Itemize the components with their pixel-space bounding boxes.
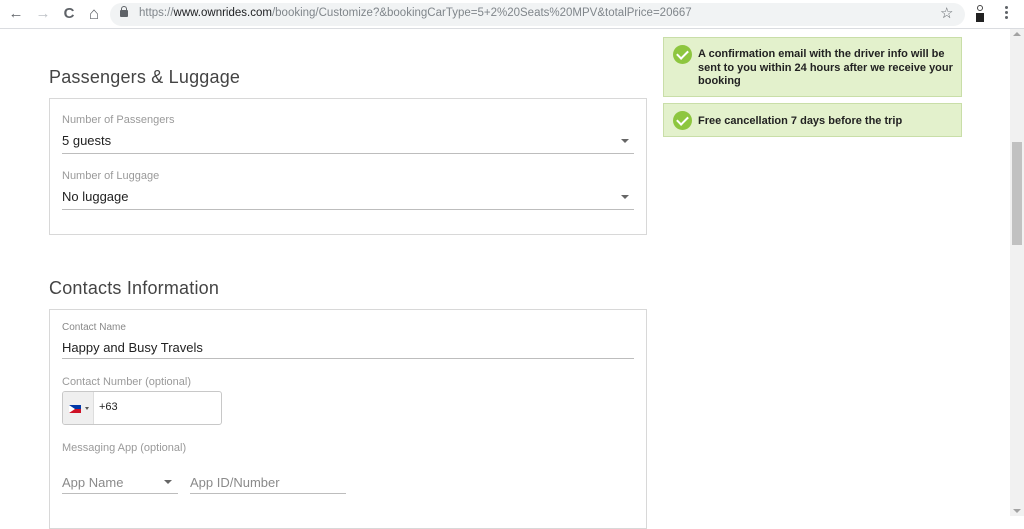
url-path: /booking/Customize?&bookingCarType=5+2%2… bbox=[271, 7, 692, 19]
check-circle-icon bbox=[673, 111, 692, 130]
browser-menu-icon[interactable] bbox=[1000, 6, 1012, 22]
app-name-underline bbox=[62, 493, 178, 494]
address-bar[interactable]: https://www.ownrides.com/booking/Customi… bbox=[110, 3, 965, 26]
contact-name-underline bbox=[62, 358, 634, 359]
lock-icon bbox=[120, 6, 128, 17]
passengers-value: 5 guests bbox=[62, 133, 112, 148]
url-prefix: https:// bbox=[139, 7, 174, 19]
luggage-label: Number of Luggage bbox=[62, 170, 160, 182]
bookmark-star-icon[interactable]: ☆ bbox=[940, 4, 953, 22]
app-name-placeholder: App Name bbox=[62, 475, 124, 490]
contact-name-value: Happy and Busy Travels bbox=[62, 340, 203, 355]
app-id-underline bbox=[190, 493, 346, 494]
contacts-section-title: Contacts Information bbox=[49, 278, 220, 298]
url-text[interactable]: https://www.ownrides.com/booking/Customi… bbox=[139, 7, 692, 19]
app-id-placeholder: App ID/Number bbox=[190, 475, 280, 490]
home-icon[interactable]: ⌂ bbox=[84, 4, 104, 24]
messaging-app-label: Messaging App (optional) bbox=[62, 442, 187, 454]
scrollbar-thumb[interactable] bbox=[1012, 142, 1022, 245]
notice-text: A confirmation email with the driver inf… bbox=[698, 48, 953, 87]
contact-number-label: Contact Number (optional) bbox=[62, 376, 192, 388]
forward-icon[interactable]: → bbox=[33, 4, 53, 24]
contact-name-label: Contact Name bbox=[62, 322, 126, 333]
free-cancellation-notice: Free cancellation 7 days before the trip bbox=[663, 103, 962, 137]
chevron-down-icon bbox=[85, 407, 89, 410]
check-circle-icon bbox=[673, 45, 692, 64]
chevron-down-icon bbox=[621, 195, 629, 199]
contact-number-input[interactable]: +63 bbox=[62, 391, 222, 425]
scroll-down-arrow-icon[interactable] bbox=[1013, 509, 1021, 513]
browser-toolbar: ← → C ⌂ https://www.ownrides.com/booking… bbox=[0, 0, 1024, 29]
confirmation-email-notice: A confirmation email with the driver inf… bbox=[663, 37, 962, 97]
extension-icon[interactable] bbox=[974, 5, 986, 23]
chevron-down-icon bbox=[164, 480, 172, 484]
notice-text: Free cancellation 7 days before the trip bbox=[698, 115, 903, 127]
passengers-section-title: Passengers & Luggage bbox=[49, 67, 241, 87]
philippines-flag-icon bbox=[69, 405, 81, 413]
luggage-underline bbox=[62, 209, 634, 210]
page-scrollbar[interactable] bbox=[1010, 29, 1024, 516]
contact-number-value: +63 bbox=[99, 401, 118, 413]
passengers-underline bbox=[62, 153, 634, 154]
passengers-label: Number of Passengers bbox=[62, 114, 175, 126]
reload-icon[interactable]: C bbox=[59, 4, 79, 24]
chevron-down-icon bbox=[621, 139, 629, 143]
url-domain: www.ownrides.com bbox=[173, 7, 272, 19]
scroll-up-arrow-icon[interactable] bbox=[1013, 32, 1021, 36]
back-icon[interactable]: ← bbox=[6, 4, 26, 24]
country-code-dropdown[interactable] bbox=[63, 392, 94, 424]
luggage-value: No luggage bbox=[62, 189, 129, 204]
